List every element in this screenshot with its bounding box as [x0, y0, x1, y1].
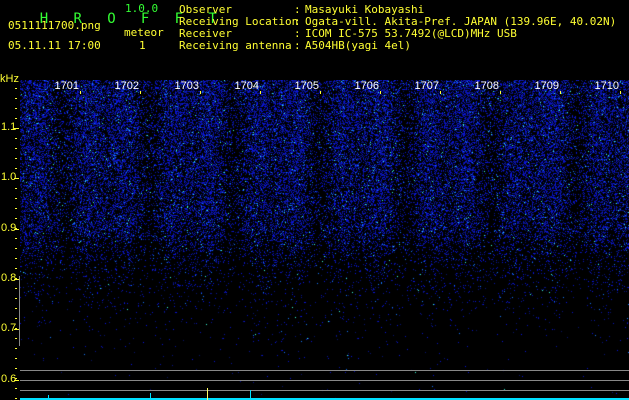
y-minor-tick: [15, 308, 17, 309]
y-minor-tick: [15, 188, 17, 189]
y-minor-tick: [15, 278, 17, 279]
file-datetime: 05.11.11 17:00: [8, 39, 101, 52]
reference-line: [20, 370, 629, 371]
y-unit: kHz: [0, 73, 19, 85]
detection-spike: [250, 390, 251, 400]
y-minor-tick: [15, 98, 17, 99]
reference-line: [20, 380, 629, 381]
y-tick-label: 1.0: [1, 171, 17, 184]
y-tick-label: 0.7: [1, 322, 17, 335]
y-tick: [14, 379, 19, 381]
y-minor-tick: [15, 158, 17, 159]
time-label: 1703: [174, 80, 199, 92]
y-minor-tick: [15, 248, 17, 249]
time-label: 1704: [234, 80, 259, 92]
y-minor-tick: [15, 378, 17, 379]
time-label: 1707: [414, 80, 439, 92]
y-minor-tick: [15, 288, 17, 289]
time-tick: [320, 91, 321, 94]
time-tick: [620, 91, 621, 94]
time-tick: [380, 91, 381, 94]
spectrogram: [20, 80, 629, 400]
y-minor-tick: [15, 108, 17, 109]
axis-line: [19, 276, 20, 346]
y-minor-tick: [15, 268, 17, 269]
meteor-count: 1: [139, 39, 146, 52]
y-tick-label: 1.1: [1, 121, 17, 133]
y-minor-tick: [15, 198, 17, 199]
time-label: 1702: [114, 80, 139, 92]
y-tick-label: 0.9: [1, 221, 17, 234]
time-label: 1710: [594, 80, 619, 92]
y-minor-tick: [15, 148, 17, 149]
y-minor-tick: [15, 258, 17, 259]
y-minor-tick: [15, 138, 17, 139]
detection-spike: [48, 395, 49, 400]
info-colon: :: [294, 39, 301, 52]
time-tick: [200, 91, 201, 94]
y-tick-label: 0.6: [1, 372, 17, 385]
y-minor-tick: [15, 338, 17, 339]
y-minor-tick: [15, 298, 17, 299]
time-tick: [560, 91, 561, 94]
info-label: Receiving antenna: [179, 39, 292, 52]
time-tick: [140, 91, 141, 94]
title-letter: O: [107, 11, 116, 27]
file-name: 0511111700.png: [8, 19, 101, 32]
time-label: 1709: [534, 80, 559, 92]
y-minor-tick: [15, 358, 17, 359]
app-version: 1.0.0: [125, 2, 159, 15]
y-tick-label: 0.8: [1, 271, 17, 284]
y-minor-tick: [15, 388, 17, 389]
time-tick: [80, 91, 81, 94]
time-tick: [440, 91, 441, 94]
y-minor-tick: [15, 318, 17, 319]
meteor-label: meteor: [124, 26, 164, 39]
y-minor-tick: [15, 218, 17, 219]
y-minor-tick: [15, 208, 17, 209]
reference-line: [20, 390, 629, 391]
y-minor-tick: [15, 128, 17, 129]
y-minor-tick: [15, 328, 17, 329]
y-minor-tick: [15, 398, 17, 399]
y-minor-tick: [15, 168, 17, 169]
y-minor-tick: [15, 118, 17, 119]
info-value: A504HB(yagi 4el): [305, 39, 411, 52]
time-tick: [500, 91, 501, 94]
y-minor-tick: [15, 368, 17, 369]
time-label: 1706: [354, 80, 379, 92]
time-tick: [260, 91, 261, 94]
y-minor-tick: [15, 228, 17, 229]
y-minor-tick: [15, 238, 17, 239]
time-label: 1705: [294, 80, 319, 92]
detection-spike: [150, 393, 151, 400]
y-minor-tick: [15, 88, 17, 89]
time-label: 1701: [54, 80, 79, 92]
y-minor-tick: [15, 348, 17, 349]
y-minor-tick: [15, 178, 17, 179]
time-label: 1708: [474, 80, 499, 92]
detection-spike: [207, 388, 208, 400]
